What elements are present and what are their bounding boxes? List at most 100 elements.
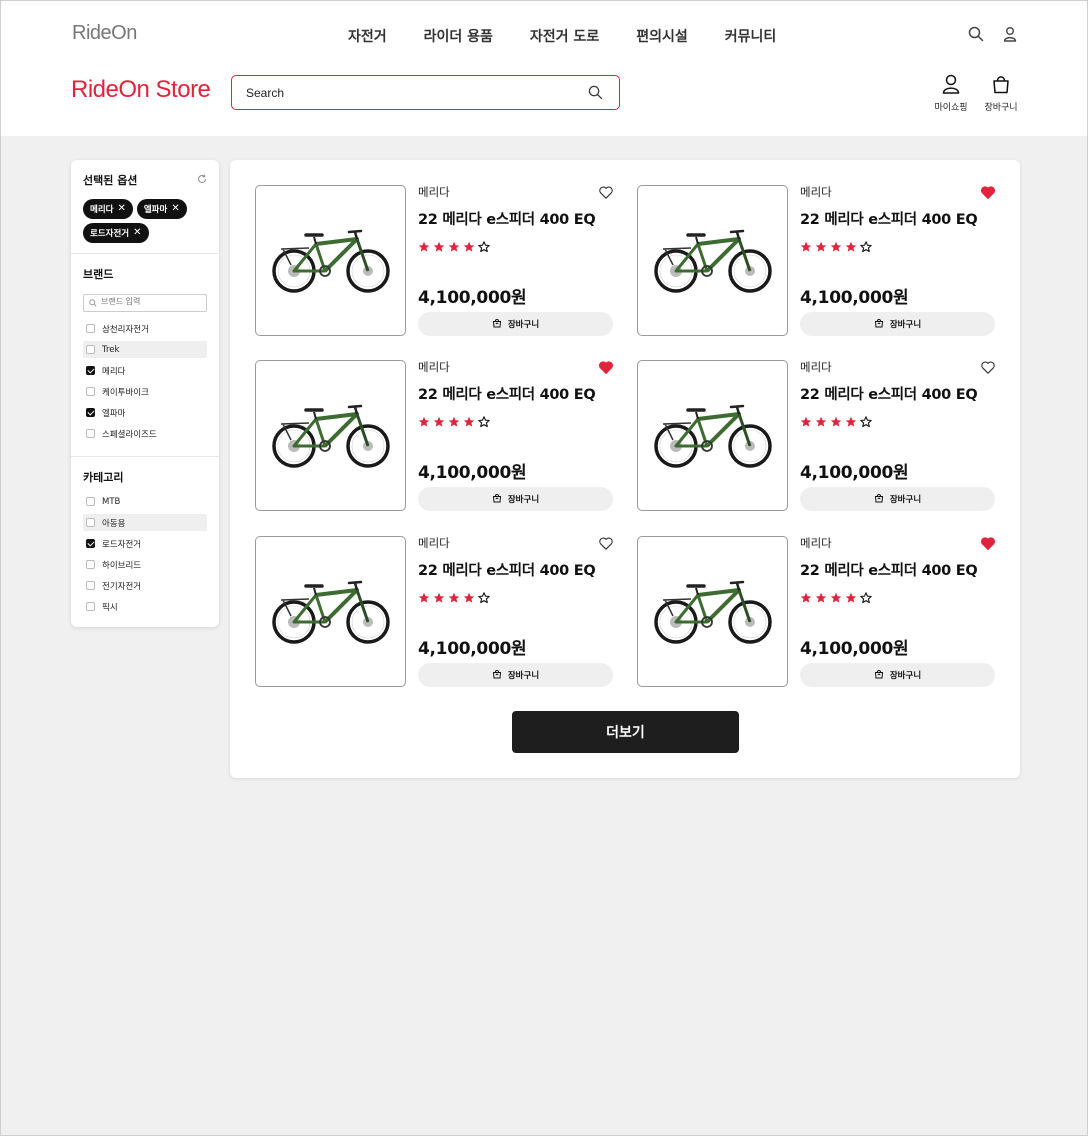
category-option[interactable]: 픽시	[83, 598, 207, 615]
product-image[interactable]	[637, 360, 788, 511]
shopping-bag-icon	[874, 318, 884, 331]
brand-option[interactable]: 스페셜라이즈드	[83, 425, 207, 442]
checkbox[interactable]	[86, 560, 95, 569]
product-name[interactable]: 22 메리다 e스피더 400 EQ	[418, 559, 613, 580]
bicycle-image	[269, 219, 393, 303]
category-option[interactable]: 아동용	[83, 514, 207, 531]
product-card[interactable]: 메리다 22 메리다 e스피더 400 EQ 4,100,000원 장바구니	[255, 360, 613, 511]
product-image[interactable]	[255, 185, 406, 336]
star-filled-icon	[800, 588, 812, 607]
heart-filled-icon[interactable]	[981, 535, 995, 554]
brand-search-input[interactable]	[101, 297, 201, 306]
add-to-cart-label: 장바구니	[507, 495, 540, 505]
heart-filled-icon[interactable]	[981, 184, 995, 203]
product-card[interactable]: 메리다 22 메리다 e스피더 400 EQ 4,100,000원 장바구니	[637, 536, 995, 687]
star-empty-icon	[478, 588, 490, 607]
product-info: 메리다 22 메리다 e스피더 400 EQ 4,100,000원 장바구니	[800, 185, 995, 336]
product-image[interactable]	[637, 185, 788, 336]
search-input[interactable]	[246, 83, 576, 103]
brand-option[interactable]: 엘파마	[83, 404, 207, 421]
checkbox[interactable]	[86, 497, 95, 506]
add-to-cart-button[interactable]: 장바구니	[418, 663, 613, 687]
nav-item-community[interactable]: 커뮤니티	[725, 26, 777, 46]
cart-button[interactable]: 장바구니	[984, 74, 1018, 113]
product-name[interactable]: 22 메리다 e스피더 400 EQ	[800, 208, 995, 229]
category-option[interactable]: 전기자전거	[83, 577, 207, 594]
star-filled-icon	[448, 237, 460, 256]
site-logo[interactable]: RideOn	[72, 22, 137, 45]
checkbox[interactable]	[86, 408, 95, 417]
category-options: MTB 아동용로드자전거하이브리드전기자전거픽시	[83, 493, 207, 615]
add-to-cart-button[interactable]: 장바구니	[800, 487, 995, 511]
nav-item-bicycles[interactable]: 자전거	[348, 26, 387, 46]
add-to-cart-label: 장바구니	[507, 320, 540, 330]
product-card[interactable]: 메리다 22 메리다 e스피더 400 EQ 4,100,000원 장바구니	[637, 185, 995, 336]
close-icon[interactable]: ✕	[117, 204, 125, 214]
add-to-cart-button[interactable]: 장바구니	[800, 663, 995, 687]
heart-filled-icon[interactable]	[599, 359, 613, 378]
close-icon[interactable]: ✕	[133, 228, 141, 238]
heart-icon[interactable]	[981, 359, 995, 378]
user-icon[interactable]	[1002, 26, 1018, 42]
checkbox[interactable]	[86, 345, 95, 354]
checkbox[interactable]	[86, 387, 95, 396]
nav-item-facilities[interactable]: 편의시설	[636, 26, 688, 46]
checkbox[interactable]	[86, 366, 95, 375]
checkbox[interactable]	[86, 539, 95, 548]
category-option[interactable]: MTB	[83, 493, 207, 510]
product-name[interactable]: 22 메리다 e스피더 400 EQ	[418, 383, 613, 404]
header-icons	[968, 26, 1018, 42]
checkbox[interactable]	[86, 581, 95, 590]
checkbox[interactable]	[86, 324, 95, 333]
rating-stars	[418, 412, 613, 431]
my-shopping-label: 마이쇼핑	[934, 103, 968, 113]
product-info: 메리다 22 메리다 e스피더 400 EQ 4,100,000원 장바구니	[418, 360, 613, 511]
star-filled-icon	[815, 412, 827, 431]
brand-option[interactable]: 삼천리자전거	[83, 320, 207, 337]
user-icon	[942, 74, 960, 94]
add-to-cart-button[interactable]: 장바구니	[418, 312, 613, 336]
my-shopping-button[interactable]: 마이쇼핑	[934, 74, 968, 113]
heart-icon[interactable]	[599, 535, 613, 554]
star-filled-icon	[800, 237, 812, 256]
add-to-cart-button[interactable]: 장바구니	[800, 312, 995, 336]
product-name[interactable]: 22 메리다 e스피더 400 EQ	[800, 383, 995, 404]
checkbox[interactable]	[86, 429, 95, 438]
filter-chip[interactable]: 로드자전거 ✕	[83, 223, 149, 243]
product-brand: 메리다	[418, 185, 450, 199]
heart-icon[interactable]	[599, 184, 613, 203]
filter-chip[interactable]: 엘파마 ✕	[136, 199, 187, 219]
brand-option[interactable]: 메리다	[83, 362, 207, 379]
store-search	[231, 75, 620, 110]
category-option[interactable]: 로드자전거	[83, 535, 207, 552]
search-icon[interactable]	[968, 26, 984, 42]
bicycle-image	[269, 394, 393, 478]
close-icon[interactable]: ✕	[171, 204, 179, 214]
product-image[interactable]	[637, 536, 788, 687]
product-image[interactable]	[255, 536, 406, 687]
product-name[interactable]: 22 메리다 e스피더 400 EQ	[418, 208, 613, 229]
shopping-bag-icon	[874, 493, 884, 506]
store-title[interactable]: RideOn Store	[71, 76, 211, 104]
product-card[interactable]: 메리다 22 메리다 e스피더 400 EQ 4,100,000원 장바구니	[637, 360, 995, 511]
reset-icon[interactable]	[197, 174, 207, 187]
star-empty-icon	[860, 588, 872, 607]
bicycle-image	[651, 219, 775, 303]
selected-options-section: 선택된 옵션 메리다 ✕ 엘파마 ✕ 로드자전거 ✕	[71, 160, 219, 254]
checkbox[interactable]	[86, 602, 95, 611]
checkbox[interactable]	[86, 518, 95, 527]
product-card[interactable]: 메리다 22 메리다 e스피더 400 EQ 4,100,000원 장바구니	[255, 536, 613, 687]
category-option[interactable]: 하이브리드	[83, 556, 207, 573]
brand-option[interactable]: Trek	[83, 341, 207, 358]
product-name[interactable]: 22 메리다 e스피더 400 EQ	[800, 559, 995, 580]
search-icon[interactable]	[588, 85, 603, 104]
add-to-cart-button[interactable]: 장바구니	[418, 487, 613, 511]
load-more-button[interactable]: 더보기	[512, 711, 739, 753]
nav-item-bike-roads[interactable]: 자전거 도로	[530, 26, 599, 46]
brand-title: 브랜드	[83, 268, 114, 281]
product-image[interactable]	[255, 360, 406, 511]
filter-chip[interactable]: 메리다 ✕	[83, 199, 133, 219]
product-card[interactable]: 메리다 22 메리다 e스피더 400 EQ 4,100,000원 장바구니	[255, 185, 613, 336]
brand-option[interactable]: 케이투바이크	[83, 383, 207, 400]
nav-item-rider-gear[interactable]: 라이더 용품	[424, 26, 493, 46]
